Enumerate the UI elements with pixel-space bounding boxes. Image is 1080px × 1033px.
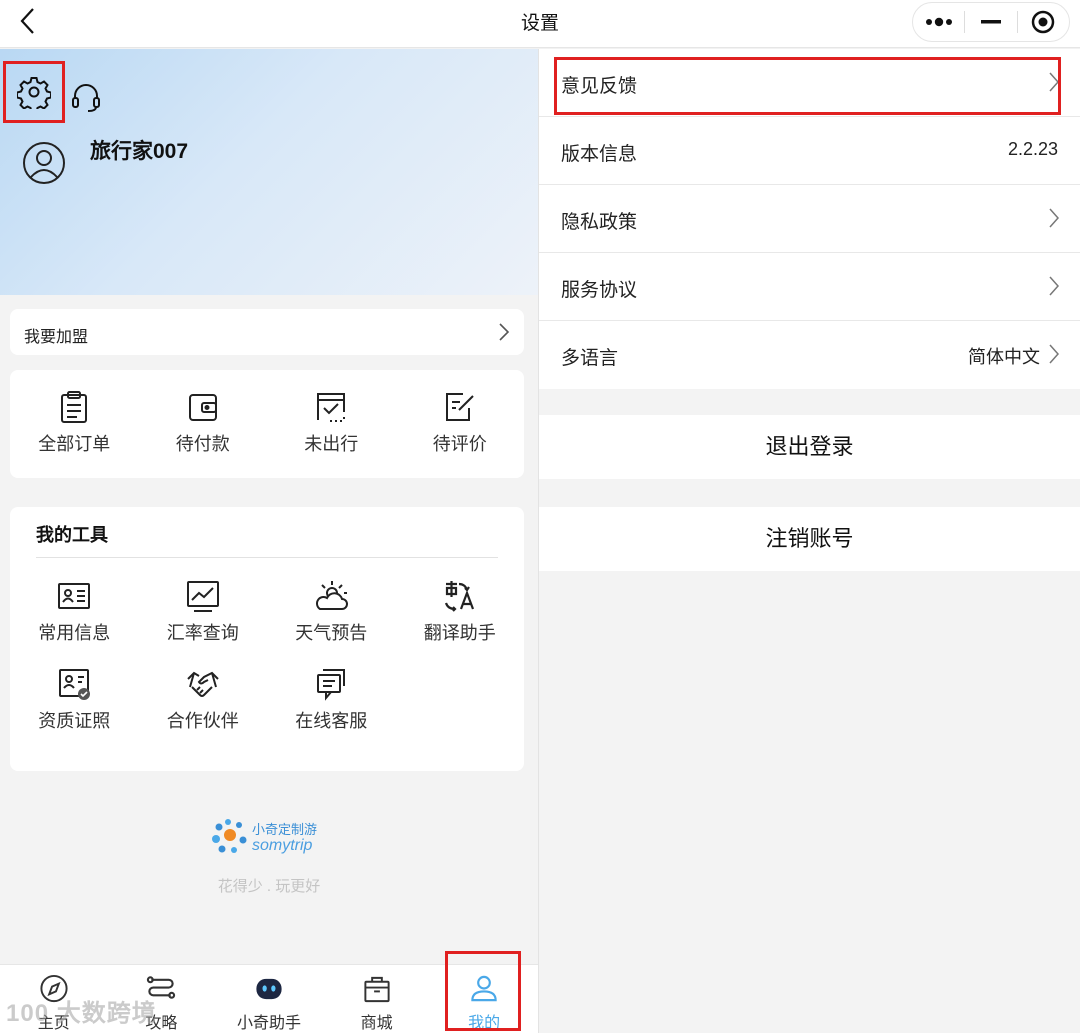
tool-weather[interactable]: 天气预告 xyxy=(267,579,396,645)
order-pending-payment-label: 待付款 xyxy=(175,434,230,454)
clipboard-icon xyxy=(61,391,88,423)
tools-divider xyxy=(36,557,498,558)
settings-page: 意见反馈 版本信息 2.2.23 隐私政策 服务协议 多语言 简体中文 退出登录… xyxy=(539,49,1080,1033)
tool-exchange-rate[interactable]: 汇率查询 xyxy=(139,579,268,645)
privacy-label: 隐私政策 xyxy=(561,212,638,233)
chevron-right-icon xyxy=(1049,344,1060,364)
profile-header: 旅行家007 xyxy=(0,49,538,295)
orders-card: 全部订单 待付款 未出行 待评价 xyxy=(10,370,524,478)
version-label: 版本信息 xyxy=(561,144,638,165)
tool-common-info[interactable]: 常用信息 xyxy=(10,579,139,645)
weather-icon xyxy=(316,581,349,610)
terms-label: 服务协议 xyxy=(561,280,638,301)
target-circle-icon xyxy=(1032,10,1055,34)
tool-translate[interactable]: 翻译助手 xyxy=(396,579,525,645)
profile-page: 旅行家007 我要加盟 全部订单 待付款 未出行 待评价 我的工具 常用信息 汇… xyxy=(0,49,538,1033)
tool-common-info-label: 常用信息 xyxy=(38,623,111,643)
tab-shop-label: 商城 xyxy=(360,1015,393,1032)
tab-assistant-label: 小奇助手 xyxy=(236,1015,301,1032)
tool-exchange-rate-label: 汇率查询 xyxy=(166,623,239,643)
minus-icon xyxy=(980,20,1001,24)
tool-online-service[interactable]: 在线客服 xyxy=(267,667,396,733)
chat-icon xyxy=(317,669,346,701)
tools-title: 我的工具 xyxy=(36,525,108,545)
translate-icon xyxy=(444,581,474,612)
chevron-right-icon xyxy=(1049,208,1060,228)
brand-name-en: somytrip xyxy=(252,837,313,854)
watermark: 100 大数跨境 xyxy=(6,1000,157,1027)
tool-online-service-label: 在线客服 xyxy=(295,711,368,731)
close-capsule-button[interactable] xyxy=(1018,3,1069,41)
settings-row-version: 版本信息 2.2.23 xyxy=(539,117,1080,185)
my-tools-card: 我的工具 常用信息 汇率查询 天气预告 翻译助手 资质证照 合作伙伴 在线客服 xyxy=(10,507,524,771)
chevron-right-icon xyxy=(1049,276,1060,296)
order-to-review-label: 待评价 xyxy=(432,434,487,454)
top-nav-bar: 设置 xyxy=(0,0,1080,48)
handshake-icon xyxy=(187,671,219,697)
shop-bag-icon xyxy=(363,976,390,1003)
more-options-button[interactable] xyxy=(913,3,964,41)
order-not-traveled[interactable]: 未出行 xyxy=(267,370,396,478)
somytrip-logo-icon xyxy=(212,819,247,853)
join-franchise-row[interactable]: 我要加盟 xyxy=(10,309,524,355)
tool-translate-label: 翻译助手 xyxy=(423,623,496,643)
language-value: 简体中文 xyxy=(968,347,1040,367)
minimize-button[interactable] xyxy=(965,3,1016,41)
settings-row-terms[interactable]: 服务协议 xyxy=(539,253,1080,321)
order-pending-payment[interactable]: 待付款 xyxy=(139,370,268,478)
order-not-traveled-label: 未出行 xyxy=(304,434,359,454)
logout-button[interactable]: 退出登录 xyxy=(539,415,1080,479)
feedback-highlight-box xyxy=(554,57,1061,115)
tool-weather-label: 天气预告 xyxy=(295,623,368,643)
calendar-check-icon xyxy=(317,393,346,422)
delete-account-button[interactable]: 注销账号 xyxy=(539,507,1080,571)
mini-program-capsule xyxy=(912,2,1070,42)
order-to-review[interactable]: 待评价 xyxy=(396,370,525,478)
tab-shop[interactable]: 商城 xyxy=(323,965,431,1033)
language-label: 多语言 xyxy=(561,348,619,369)
brand-name-cn: 小奇定制游 xyxy=(252,822,318,837)
tool-certificates-label: 资质证照 xyxy=(38,711,111,731)
wallet-icon xyxy=(188,394,217,421)
certificate-icon xyxy=(59,669,91,700)
tool-partners-label: 合作伙伴 xyxy=(166,711,239,731)
join-label: 我要加盟 xyxy=(24,329,89,346)
chevron-right-icon xyxy=(499,323,510,341)
order-all[interactable]: 全部订单 xyxy=(10,370,139,478)
id-card-icon xyxy=(58,583,91,609)
avatar[interactable] xyxy=(22,141,66,185)
more-dots-icon xyxy=(925,17,952,27)
tab-mine-highlight-box xyxy=(445,951,521,1031)
username: 旅行家007 xyxy=(90,140,189,163)
version-value: 2.2.23 xyxy=(1007,139,1058,159)
gear-icon xyxy=(17,77,51,109)
tab-assistant[interactable]: 小奇助手 xyxy=(215,965,323,1033)
tool-partners[interactable]: 合作伙伴 xyxy=(139,667,268,733)
exchange-chart-icon xyxy=(186,581,219,612)
order-all-label: 全部订单 xyxy=(38,434,111,454)
settings-row-language[interactable]: 多语言 简体中文 xyxy=(539,321,1080,389)
brand-slogan: 花得少 . 玩更好 xyxy=(217,878,321,895)
settings-row-privacy[interactable]: 隐私政策 xyxy=(539,185,1080,253)
robot-icon xyxy=(256,978,282,1000)
brand-logo: 小奇定制游 somytrip xyxy=(210,817,330,861)
settings-button[interactable] xyxy=(3,61,65,123)
customer-service-headset-icon[interactable] xyxy=(70,81,102,113)
edit-note-icon xyxy=(445,393,474,421)
tool-certificates[interactable]: 资质证照 xyxy=(10,667,139,733)
